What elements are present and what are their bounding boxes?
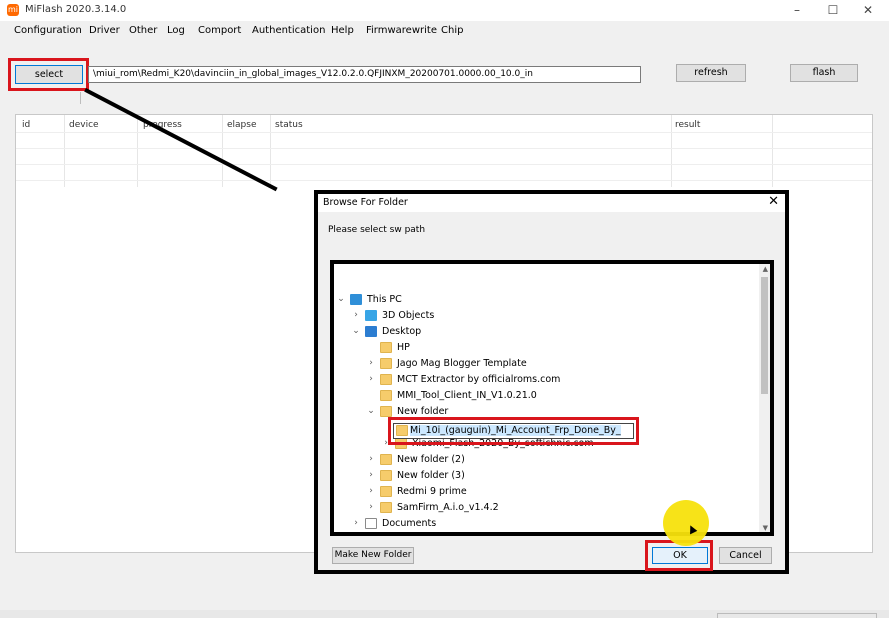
column-header-result: result <box>675 120 701 130</box>
chevron-right-icon[interactable]: › <box>351 518 361 528</box>
tree-item-label: Jago Mag Blogger Template <box>397 358 527 369</box>
refresh-button[interactable]: refresh <box>676 64 746 82</box>
menu-bar: Configuration Driver Other Log Comport A… <box>0 22 889 41</box>
bottom-scrollbar[interactable] <box>717 613 877 618</box>
tree-item-label: New folder (2) <box>397 454 465 465</box>
chevron-right-icon[interactable]: › <box>366 358 376 368</box>
folder-icon <box>380 486 392 497</box>
sw-path-input[interactable]: \miui_rom\Redmi_K20\davinciin_in_global_… <box>88 66 641 83</box>
chevron-down-icon[interactable]: ⌄ <box>366 406 376 416</box>
column-divider <box>270 115 271 187</box>
dialog-prompt: Please select sw path <box>328 225 426 235</box>
row-divider <box>16 164 872 165</box>
chevron-right-icon[interactable]: › <box>366 454 376 464</box>
menu-driver[interactable]: Driver <box>89 25 120 36</box>
column-divider <box>137 115 138 187</box>
chevron-down-icon[interactable]: ⌄ <box>336 294 346 304</box>
column-divider <box>64 115 65 187</box>
tree-item-label: SamFirm_A.i.o_v1.4.2 <box>397 502 499 513</box>
folder-icon <box>396 425 408 436</box>
toolbar-divider <box>80 92 81 104</box>
maximize-icon[interactable]: ☐ <box>817 0 849 21</box>
tree-item-label: MCT Extractor by officialroms.com <box>397 374 561 385</box>
chevron-right-icon[interactable]: › <box>366 486 376 496</box>
column-divider <box>772 115 773 187</box>
column-header-id: id <box>22 120 31 130</box>
menu-help[interactable]: Help <box>331 25 354 36</box>
miflash-app-icon: mi <box>7 4 19 16</box>
column-divider <box>222 115 223 187</box>
scroll-up-icon[interactable]: ▲ <box>763 265 768 273</box>
folder-icon <box>380 454 392 465</box>
cancel-button[interactable]: Cancel <box>719 547 772 564</box>
tree-item-label: New folder <box>397 406 449 417</box>
row-divider <box>16 180 872 181</box>
menu-other[interactable]: Other <box>129 25 157 36</box>
cursor-highlight <box>663 500 709 546</box>
chevron-down-icon[interactable]: ⌄ <box>351 326 361 336</box>
folder-icon <box>380 390 392 401</box>
column-header-status: status <box>275 120 303 130</box>
tree-item-label: This PC <box>367 294 402 305</box>
flash-button[interactable]: flash <box>790 64 858 82</box>
make-new-folder-button[interactable]: Make New Folder <box>332 547 414 564</box>
menu-chip[interactable]: Chip <box>441 25 463 36</box>
pc-icon <box>350 294 362 305</box>
menu-firmwarewrite[interactable]: Firmwarewrite <box>366 25 437 36</box>
column-divider <box>671 115 672 187</box>
3d-objects-icon <box>365 310 377 321</box>
browse-for-folder-dialog: Browse For Folder ✕ Please select sw pat… <box>314 190 789 574</box>
folder-icon <box>380 358 392 369</box>
scroll-down-icon[interactable]: ▼ <box>763 524 768 532</box>
folder-icon <box>380 470 392 481</box>
title-bar: mi MiFlash 2020.3.14.0 – ☐ ✕ <box>0 0 889 21</box>
tree-scroll-thumb[interactable] <box>761 277 768 394</box>
folder-icon <box>380 502 392 513</box>
tree-item-mi-10i-selected[interactable]: Mi_10i_(gauguin)_Mi_Account_Frp_Done_By_ <box>393 423 634 439</box>
dialog-title: Browse For Folder <box>323 197 408 208</box>
tree-item-label: HP <box>397 342 410 353</box>
menu-configuration[interactable]: Configuration <box>14 25 82 36</box>
chevron-right-icon[interactable]: › <box>366 470 376 480</box>
column-header-device: device <box>69 120 99 130</box>
menu-authentication[interactable]: Authentication <box>252 25 325 36</box>
folder-icon <box>380 406 392 417</box>
chevron-right-icon[interactable]: › <box>366 374 376 384</box>
minimize-icon[interactable]: – <box>781 0 813 21</box>
documents-icon <box>365 518 377 529</box>
desktop-icon <box>365 326 377 337</box>
menu-log[interactable]: Log <box>167 25 185 36</box>
window-title: MiFlash 2020.3.14.0 <box>25 4 127 15</box>
folder-tree[interactable]: ▲ ▼ ⌄ This PC › 3D Objects ⌄ Desktop HP … <box>330 260 774 536</box>
tree-scrollbar[interactable]: ▲ ▼ <box>759 264 770 532</box>
select-button[interactable]: select <box>15 65 83 84</box>
folder-icon <box>380 342 392 353</box>
tree-item-label: 3D Objects <box>382 310 435 321</box>
folder-icon <box>380 374 392 385</box>
row-divider <box>16 132 872 133</box>
tree-item-label[interactable]: Mi_10i_(gauguin)_Mi_Account_Frp_Done_By_ <box>410 425 621 436</box>
row-divider <box>16 148 872 149</box>
chevron-right-icon[interactable]: › <box>351 310 361 320</box>
ok-button[interactable]: OK <box>652 547 708 564</box>
tree-item-label: Documents <box>382 518 437 529</box>
tree-item-label: New folder (3) <box>397 470 465 481</box>
tree-item-label: Desktop <box>382 326 422 337</box>
chevron-right-icon[interactable]: › <box>366 502 376 512</box>
close-icon[interactable]: ✕ <box>852 0 884 21</box>
tree-item-label: MMI_Tool_Client_IN_V1.0.21.0 <box>397 390 537 401</box>
dialog-close-icon[interactable]: ✕ <box>768 194 779 209</box>
menu-comport[interactable]: Comport <box>198 25 241 36</box>
tree-item-label: Redmi 9 prime <box>397 486 467 497</box>
column-header-elapse: elapse <box>227 120 257 130</box>
